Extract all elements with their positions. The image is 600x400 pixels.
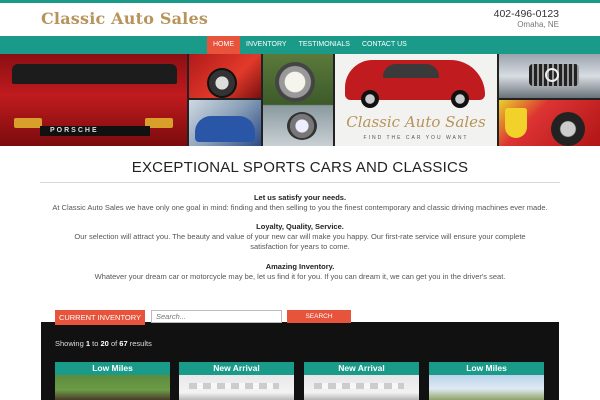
- banner-tagline: FIND THE CAR YOU WANT: [363, 135, 469, 141]
- section-body-loyalty: Our selection will attract you. The beau…: [74, 232, 526, 251]
- banner-photo-red-wheel: [189, 54, 261, 98]
- site-header: Classic Auto Sales 402-496-0123 Omaha, N…: [0, 3, 600, 36]
- banner-photo-blue-car: [189, 100, 261, 146]
- page-headline: EXCEPTIONAL SPORTS CARS AND CLASSICS: [131, 159, 469, 176]
- banner-brand-text: Classic Auto Sales: [346, 113, 486, 131]
- nav-contact-us[interactable]: CONTACT US: [356, 36, 413, 54]
- section-title-inventory: Amazing Inventory.: [265, 262, 335, 271]
- mercedes-star-icon: [545, 68, 559, 82]
- section-title-loyalty: Loyalty, Quality, Service.: [256, 222, 344, 231]
- banner-plate-word: PORSCHE: [50, 127, 99, 134]
- card-label: New Arrival: [179, 362, 294, 375]
- inventory-card[interactable]: New Arrival: [179, 362, 294, 400]
- inventory-card[interactable]: Low Miles: [429, 362, 544, 400]
- card-label: Low Miles: [429, 362, 544, 375]
- nav-home[interactable]: HOME: [207, 36, 240, 54]
- ferrari-badge-icon: [505, 108, 527, 138]
- section-body-needs: At Classic Auto Sales we have only one g…: [52, 203, 548, 212]
- inventory-card[interactable]: New Arrival: [304, 362, 419, 400]
- current-inventory-tab[interactable]: CURRENT INVENTORY: [55, 310, 145, 325]
- hero-banner: PORSCHE Classic Auto Sales FIND THE CAR …: [0, 54, 600, 146]
- banner-photo-ferrari: [499, 100, 600, 146]
- card-photo: [55, 375, 170, 400]
- section-body-inventory: Whatever your dream car or motorcycle ma…: [94, 272, 506, 281]
- phone-number[interactable]: 402-496-0123: [494, 8, 559, 20]
- banner-brand-panel: Classic Auto Sales FIND THE CAR YOU WANT: [335, 54, 497, 146]
- main-nav: HOME INVENTORY TESTIMONIALS CONTACT US: [0, 36, 600, 54]
- headline-divider: [40, 182, 560, 183]
- card-label: Low Miles: [55, 362, 170, 375]
- card-label: New Arrival: [304, 362, 419, 375]
- card-photo: [304, 375, 419, 400]
- card-photo: [429, 375, 544, 400]
- card-photo: [179, 375, 294, 400]
- inventory-search-input[interactable]: [151, 310, 282, 323]
- site-logo[interactable]: Classic Auto Sales: [41, 9, 208, 28]
- search-button[interactable]: SEARCH: [287, 310, 351, 323]
- location-text: Omaha, NE: [517, 20, 559, 29]
- results-count: Showing 1 to 20 of 67 results: [55, 339, 152, 348]
- nav-testimonials[interactable]: TESTIMONIALS: [293, 36, 356, 54]
- banner-photo-porsche-rear: PORSCHE: [0, 54, 187, 146]
- banner-photo-headlights: [263, 54, 333, 146]
- nav-inventory[interactable]: INVENTORY: [240, 36, 293, 54]
- section-title-needs: Let us satisfy your needs.: [253, 193, 347, 202]
- inventory-card[interactable]: Low Miles: [55, 362, 170, 400]
- banner-photo-mercedes-grille: [499, 54, 600, 98]
